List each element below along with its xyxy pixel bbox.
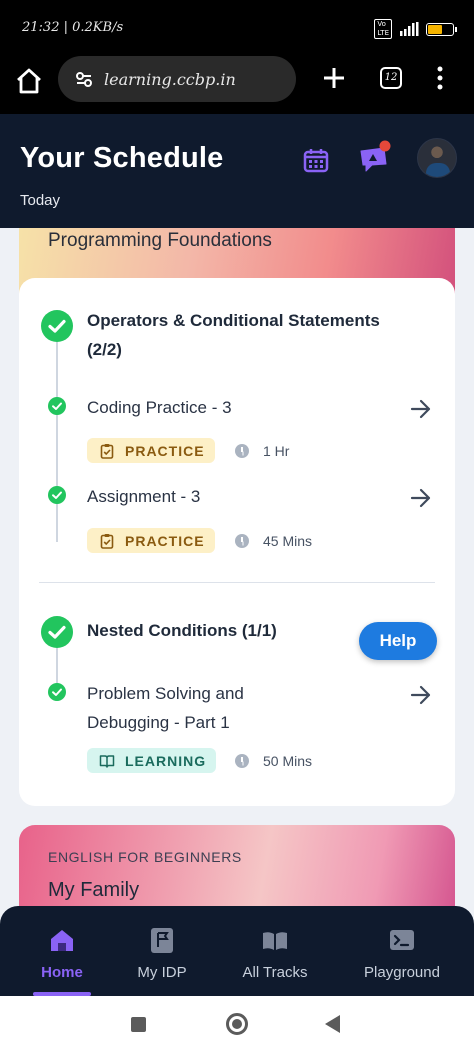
practice-tag: PRACTICE (87, 528, 215, 553)
system-nav-bar (0, 996, 474, 1053)
timeline-line (56, 342, 58, 542)
clipboard-icon (100, 443, 114, 459)
avatar[interactable] (417, 138, 457, 178)
completed-check-icon (48, 397, 66, 415)
nav-item-home[interactable]: Home (22, 906, 102, 996)
clock-icon (235, 444, 249, 458)
completed-check-icon (41, 310, 73, 342)
page-subtitle: Today (20, 192, 61, 209)
announcement-icon[interactable] (358, 140, 392, 174)
book-icon (263, 932, 287, 950)
calendar-icon[interactable] (302, 146, 330, 174)
timeline-line (56, 648, 58, 688)
course-card-english[interactable]: ENGLISH FOR BEGINNERS My Family (19, 825, 455, 908)
back-button[interactable] (325, 1015, 340, 1033)
site-info-icon[interactable] (74, 69, 94, 89)
clock-icon (235, 534, 249, 548)
battery-icon (426, 22, 457, 36)
browser-home-icon[interactable] (14, 66, 44, 96)
completed-check-icon (48, 683, 66, 701)
battery-fill (428, 24, 443, 34)
course-name: Programming Foundations (48, 230, 272, 251)
section-title: Operators & Conditional Statements (2/2) (87, 311, 380, 359)
arrow-right-icon[interactable] (410, 399, 432, 419)
url-text[interactable]: learning.ccbp.in (104, 70, 236, 89)
url-bar[interactable]: learning.ccbp.in (58, 56, 296, 102)
home-button[interactable] (226, 1013, 248, 1035)
tab-switcher-button[interactable]: 12 (380, 67, 402, 89)
help-button[interactable]: Help (359, 622, 437, 660)
nav-label: Playground (364, 964, 440, 981)
nav-item-all-tracks[interactable]: All Tracks (230, 906, 320, 996)
learning-tag: LEARNING (87, 748, 217, 773)
home-icon (51, 930, 73, 951)
volte-icon: Vo LTE (374, 19, 392, 39)
nav-item-my-idp[interactable]: My IDP (122, 906, 202, 996)
completed-check-icon (48, 486, 66, 504)
course-name: My Family (48, 879, 140, 901)
arrow-right-icon[interactable] (410, 488, 432, 508)
terminal-icon (390, 930, 414, 950)
schedule-content: Programming Foundations Operators & Cond… (0, 228, 474, 908)
schedule-item-title[interactable]: Problem Solving and Debugging - Part 1 (87, 679, 244, 737)
browser-toolbar: learning.ccbp.in 12 (0, 56, 474, 114)
practice-tag: PRACTICE (87, 438, 215, 463)
duration: 1 Hr (235, 443, 289, 459)
completed-check-icon (41, 616, 73, 648)
browser-menu-icon[interactable] (432, 64, 448, 92)
clock-icon (235, 754, 249, 768)
arrow-right-icon[interactable] (410, 685, 432, 705)
schedule-card: Operators & Conditional Statements (2/2) … (19, 278, 455, 806)
nav-label: My IDP (137, 964, 187, 981)
app-header: Your Schedule Today (0, 114, 474, 228)
new-tab-icon[interactable] (320, 64, 348, 92)
nav-item-playground[interactable]: Playground (352, 906, 452, 996)
bottom-nav: Home My IDP All Tracks Playground (0, 906, 474, 996)
system-indicators: Vo LTE (374, 19, 457, 39)
nav-label: All Tracks (242, 964, 308, 981)
page-title: Your Schedule (20, 142, 224, 174)
nav-label: Home (41, 964, 83, 981)
schedule-item-title[interactable]: Coding Practice - 3 (87, 393, 232, 422)
section-divider (39, 582, 435, 583)
duration: 45 Mins (235, 533, 312, 549)
schedule-item-title[interactable]: Assignment - 3 (87, 482, 200, 511)
signal-icon (400, 22, 419, 36)
status-time-speed: 21:32 | 0.2KB/s (22, 20, 124, 35)
open-book-icon (99, 754, 115, 768)
flag-icon (151, 928, 173, 953)
status-bar: 21:32 | 0.2KB/s Vo LTE (0, 0, 474, 56)
section-title: Nested Conditions (1/1) (87, 621, 277, 640)
duration: 50 Mins (235, 753, 312, 769)
clipboard-icon (100, 533, 114, 549)
recents-button[interactable] (131, 1017, 146, 1032)
course-category: ENGLISH FOR BEGINNERS (48, 849, 242, 865)
